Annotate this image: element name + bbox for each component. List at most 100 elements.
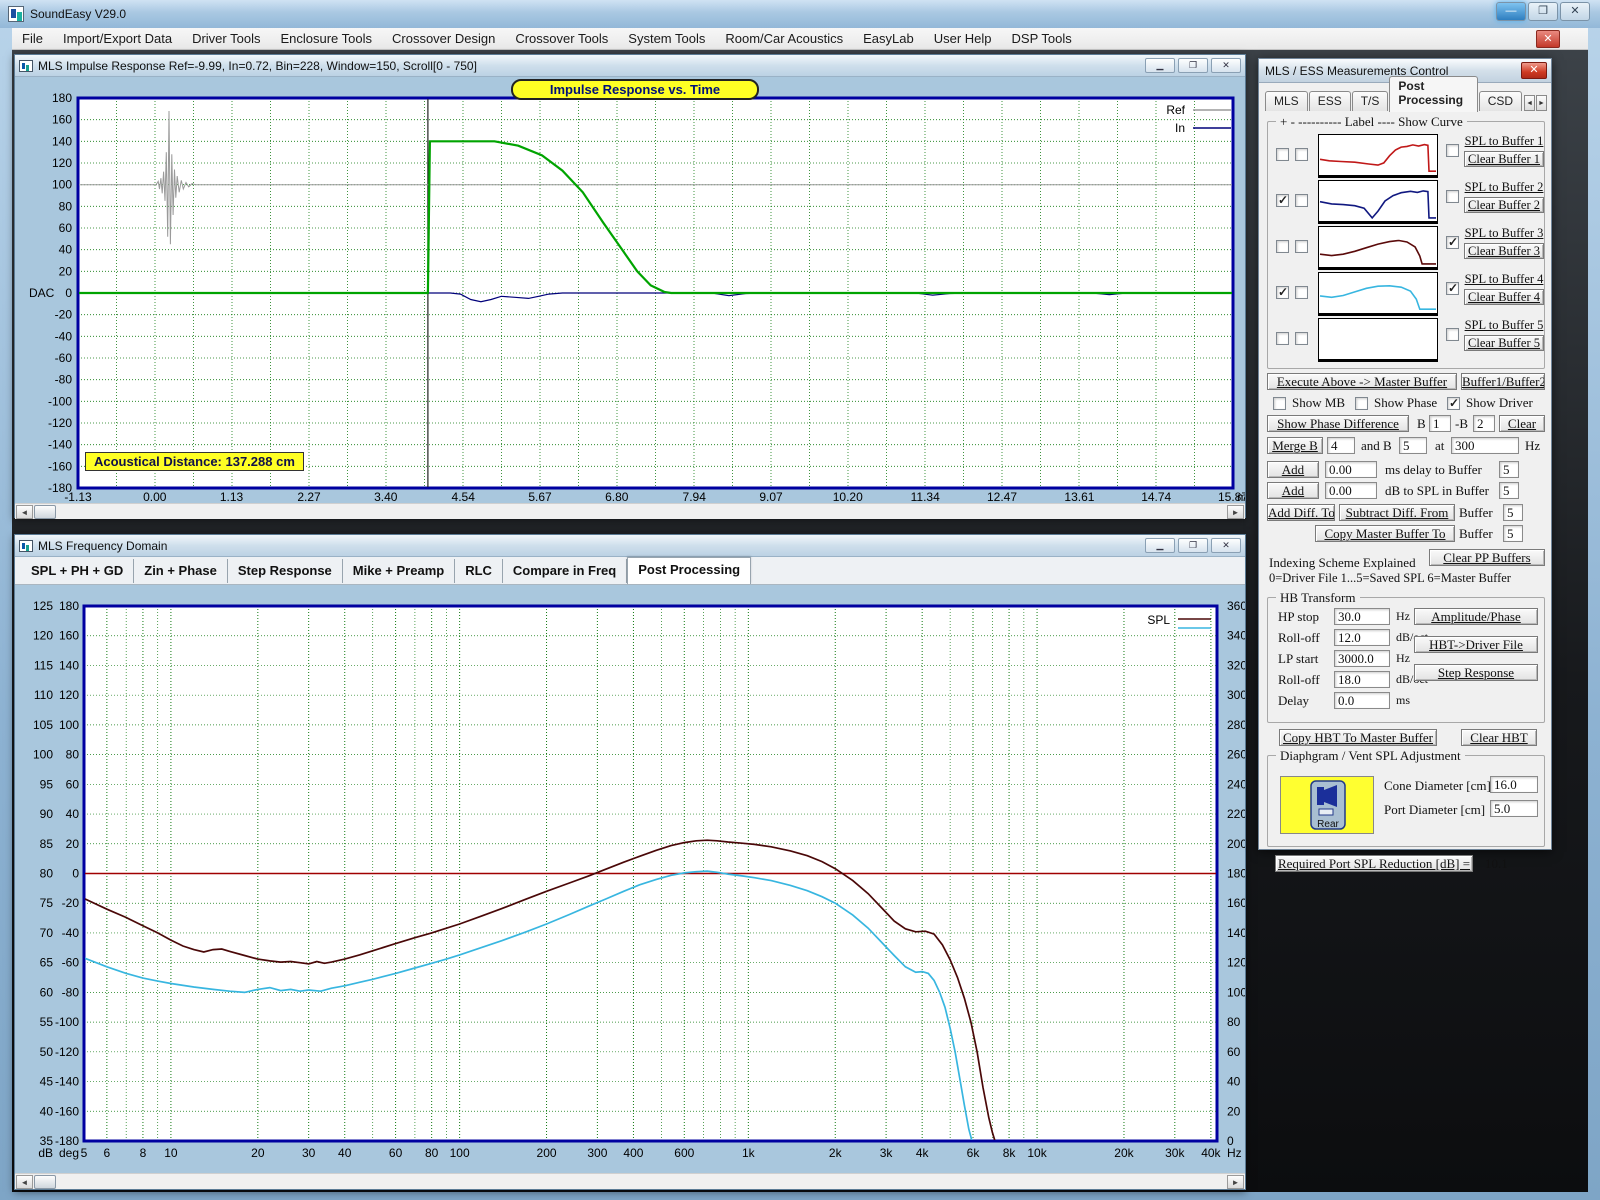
buffer-3-plus-checkbox[interactable]: [1276, 240, 1289, 253]
b2-field[interactable]: [1473, 415, 1495, 432]
impulse-scroll-left-arrow[interactable]: ◄: [16, 505, 33, 519]
clear-b-button[interactable]: Clear: [1499, 415, 1545, 432]
add-delay-buffer-field[interactable]: [1499, 461, 1519, 478]
close-button[interactable]: ✕: [1560, 2, 1590, 21]
frequency-close-button[interactable]: ✕: [1211, 538, 1241, 553]
buffer-3-minus-checkbox[interactable]: [1295, 240, 1308, 253]
execute-above-button[interactable]: Execute Above -> Master Buffer: [1267, 373, 1457, 390]
required-port-spl-button[interactable]: Required Port SPL Reduction [dB] =: [1275, 855, 1473, 872]
copy-master-buffer-button[interactable]: Copy Master Buffer To: [1315, 525, 1455, 542]
panel-tab-t-s[interactable]: T/S: [1352, 91, 1389, 111]
hb-row-field[interactable]: [1334, 608, 1390, 625]
amplitude-phase-button[interactable]: Amplitude/Phase: [1414, 608, 1538, 625]
add-db-buffer-field[interactable]: [1499, 482, 1519, 499]
menu-item-crossover-tools[interactable]: Crossover Tools: [505, 28, 618, 50]
frequency-minimize-button[interactable]: ▁: [1145, 538, 1175, 553]
spl-to-buffer-2-button[interactable]: SPL to Buffer 2: [1464, 180, 1544, 196]
tab-zin-phase[interactable]: Zin + Phase: [134, 559, 228, 583]
restore-button[interactable]: ❐: [1528, 2, 1558, 21]
hb-row-field[interactable]: [1334, 671, 1390, 688]
menu-item-driver-tools[interactable]: Driver Tools: [182, 28, 270, 50]
panel-tab-csd[interactable]: CSD: [1479, 91, 1522, 111]
b1-field[interactable]: [1429, 415, 1451, 432]
clear-pp-buffers-button[interactable]: Clear PP Buffers: [1429, 549, 1545, 566]
clear-buffer-1-button[interactable]: Clear Buffer 1: [1464, 151, 1544, 167]
port-diameter-field[interactable]: [1490, 800, 1538, 817]
buffer-2-show-curve-checkbox[interactable]: [1446, 190, 1459, 203]
tab-spl-ph-gd[interactable]: SPL + PH + GD: [21, 559, 134, 583]
merge-b1-field[interactable]: [1327, 437, 1355, 454]
add-delay-button[interactable]: Add: [1267, 461, 1319, 478]
tab-rlc[interactable]: RLC: [455, 559, 503, 583]
panel-close-button[interactable]: ✕: [1521, 62, 1547, 79]
spl-to-buffer-5-button[interactable]: SPL to Buffer 5: [1464, 318, 1544, 334]
hb-row-field[interactable]: [1334, 650, 1390, 667]
show-mb-checkbox[interactable]: [1273, 397, 1286, 410]
buffer-5-plus-checkbox[interactable]: [1276, 332, 1289, 345]
buffer-5-show-curve-checkbox[interactable]: [1446, 328, 1459, 341]
panel-tab-mls[interactable]: MLS: [1265, 91, 1308, 111]
merge-b2-field[interactable]: [1399, 437, 1427, 454]
menu-item-room-car-acoustics[interactable]: Room/Car Acoustics: [715, 28, 853, 50]
spl-to-buffer-3-button[interactable]: SPL to Buffer 3: [1464, 226, 1544, 242]
copy-hbt-button[interactable]: Copy HBT To Master Buffer: [1279, 729, 1437, 746]
tab-post-processing[interactable]: Post Processing: [627, 557, 751, 584]
buffer-3-show-curve-checkbox[interactable]: [1446, 236, 1459, 249]
frequency-scroll-left-arrow[interactable]: ◄: [16, 1175, 33, 1189]
step-response-button[interactable]: Step Response: [1414, 664, 1538, 681]
rear-driver-icon[interactable]: Rear: [1280, 776, 1374, 834]
hbt-driver-file-button[interactable]: HBT->Driver File: [1414, 636, 1538, 653]
menu-item-import-export-data[interactable]: Import/Export Data: [53, 28, 182, 50]
tab-mike-preamp[interactable]: Mike + Preamp: [343, 559, 455, 583]
clear-buffer-4-button[interactable]: Clear Buffer 4: [1464, 289, 1544, 305]
menu-item-file[interactable]: File: [12, 28, 53, 50]
clear-buffer-2-button[interactable]: Clear Buffer 2: [1464, 197, 1544, 213]
buffer-1-minus-checkbox[interactable]: [1295, 148, 1308, 161]
menu-item-easylab[interactable]: EasyLab: [853, 28, 924, 50]
clear-hbt-button[interactable]: Clear HBT: [1461, 729, 1537, 746]
impulse-restore-button[interactable]: ❐: [1178, 58, 1208, 73]
menu-item-enclosure-tools[interactable]: Enclosure Tools: [270, 28, 382, 50]
menu-item-user-help[interactable]: User Help: [924, 28, 1002, 50]
menubar-close-button[interactable]: ✕: [1536, 30, 1560, 48]
add-db-field[interactable]: [1325, 482, 1377, 499]
tab-compare-in-freq[interactable]: Compare in Freq: [503, 559, 627, 583]
panel-tab-ess[interactable]: ESS: [1309, 91, 1351, 111]
spl-to-buffer-4-button[interactable]: SPL to Buffer 4: [1464, 272, 1544, 288]
merge-b-button[interactable]: Merge B: [1267, 437, 1323, 454]
clear-buffer-5-button[interactable]: Clear Buffer 5: [1464, 335, 1544, 351]
show-phase-checkbox[interactable]: [1355, 397, 1368, 410]
frequency-scroll-right-arrow[interactable]: ►: [1227, 1175, 1244, 1189]
impulse-close-button[interactable]: ✕: [1211, 58, 1241, 73]
buffer-2-plus-checkbox[interactable]: [1276, 194, 1289, 207]
add-diff-to-button[interactable]: Add Diff. To: [1267, 504, 1335, 521]
cone-diameter-field[interactable]: [1490, 776, 1538, 793]
hb-row-field[interactable]: [1334, 629, 1390, 646]
copy-master-buffer-field[interactable]: [1503, 525, 1523, 542]
panel-tab-scroll-right-arrow[interactable]: ►: [1536, 95, 1547, 111]
tab-step-response[interactable]: Step Response: [228, 559, 343, 583]
buffer-5-minus-checkbox[interactable]: [1295, 332, 1308, 345]
frequency-scroll-thumb[interactable]: [34, 1175, 56, 1189]
merge-freq-field[interactable]: [1451, 437, 1519, 454]
add-db-button[interactable]: Add: [1267, 482, 1319, 499]
buffer1-buffer2-button[interactable]: Buffer1/Buffer2: [1461, 373, 1545, 390]
show-driver-checkbox[interactable]: [1447, 397, 1460, 410]
buffer-1-plus-checkbox[interactable]: [1276, 148, 1289, 161]
spl-to-buffer-1-button[interactable]: SPL to Buffer 1: [1464, 134, 1544, 150]
show-phase-difference-button[interactable]: Show Phase Difference: [1267, 415, 1409, 432]
impulse-scroll-right-arrow[interactable]: ►: [1227, 505, 1244, 519]
menu-item-system-tools[interactable]: System Tools: [618, 28, 715, 50]
hb-row-field[interactable]: [1334, 692, 1390, 709]
buffer-2-minus-checkbox[interactable]: [1295, 194, 1308, 207]
diff-buffer-field[interactable]: [1503, 504, 1523, 521]
subtract-diff-from-button[interactable]: Subtract Diff. From: [1339, 504, 1455, 521]
buffer-1-show-curve-checkbox[interactable]: [1446, 144, 1459, 157]
panel-tab-scroll-left-arrow[interactable]: ◄: [1524, 95, 1535, 111]
impulse-scroll-thumb[interactable]: [34, 505, 56, 519]
frequency-restore-button[interactable]: ❐: [1178, 538, 1208, 553]
menu-item-dsp-tools[interactable]: DSP Tools: [1002, 28, 1082, 50]
buffer-4-minus-checkbox[interactable]: [1295, 286, 1308, 299]
impulse-minimize-button[interactable]: ▁: [1145, 58, 1175, 73]
minimize-button[interactable]: —: [1496, 2, 1526, 21]
